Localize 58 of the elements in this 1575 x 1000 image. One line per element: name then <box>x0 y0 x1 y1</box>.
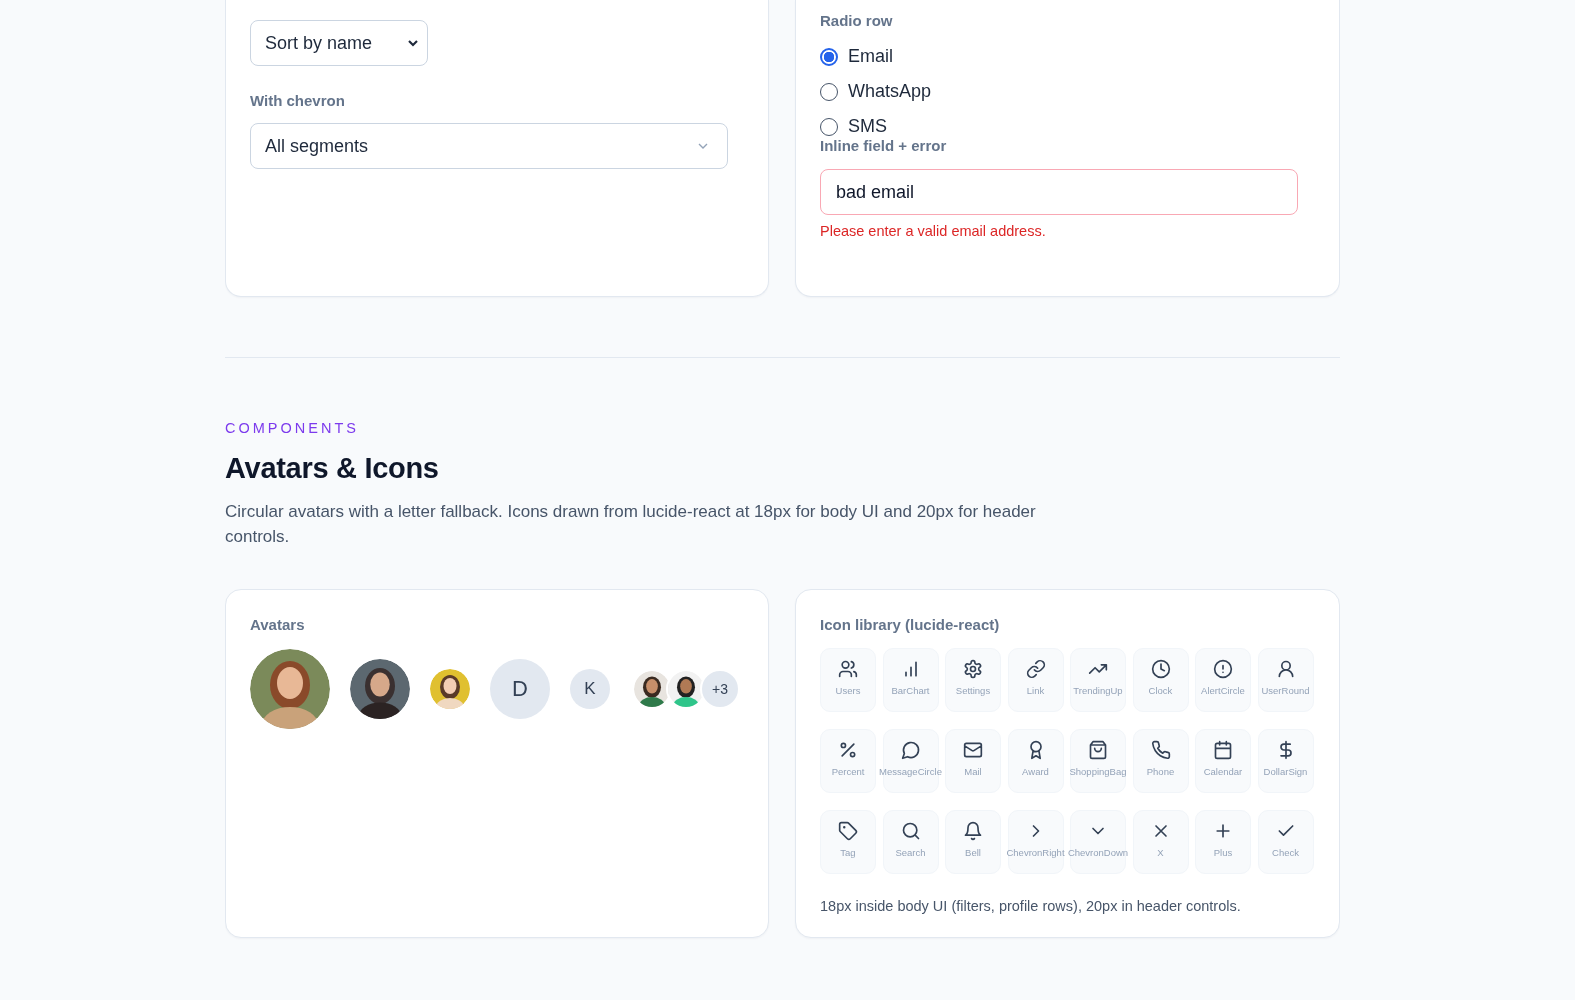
icon-label: Search <box>895 847 926 858</box>
error-message: Please enter a valid email address. <box>820 223 1046 239</box>
phone-icon <box>1150 740 1171 760</box>
percent-icon <box>838 740 858 760</box>
icon-label: Settings <box>955 685 991 696</box>
icon-label: Bell <box>965 847 981 858</box>
card-title: Avatars <box>250 616 305 633</box>
icon-label: DollarSign <box>1263 766 1308 777</box>
icon-label: Award <box>1022 766 1049 777</box>
users-icon <box>838 659 858 679</box>
icon-label: Plus <box>1213 847 1233 858</box>
alert-icon <box>1213 659 1233 679</box>
tag-icon <box>838 821 858 841</box>
icon-label: Phone <box>1146 766 1175 777</box>
caption: 18px inside body UI (filters, profile rows), 20px in header controls. <box>820 898 1241 914</box>
email-input-field[interactable]: bad email <box>820 169 1298 215</box>
user-icon <box>1275 659 1296 679</box>
icon-label: X <box>1157 847 1164 858</box>
icon-label: ChevronRight <box>1006 847 1065 858</box>
settings-icon <box>963 659 983 679</box>
field-label: Radio row <box>820 12 893 29</box>
icon-label: UserRound <box>1261 685 1310 696</box>
overflow-count: +3 <box>700 669 740 709</box>
link-icon <box>1025 659 1046 679</box>
icon-label: MessageCircle <box>879 766 942 777</box>
icon-label: Check <box>1272 847 1299 858</box>
card-title: Icon library (lucide-react) <box>820 616 1000 633</box>
icon-label: ShoppingBag <box>1069 766 1127 777</box>
radio-option[interactable]: WhatsApp <box>820 81 932 102</box>
icon-label: AlertCircle <box>1201 685 1245 696</box>
radio-option[interactable]: Email <box>820 46 932 67</box>
icon-label: BarChart <box>891 685 930 696</box>
icon-label: TrendingUp <box>1073 685 1123 696</box>
section-eyebrow: COMPONENTS <box>225 420 360 436</box>
calendar-icon <box>1213 740 1233 760</box>
section-description: Circular avatars with a letter fallback. Icons drawn from lucide-react at 18px for body UI and 20px for header controls. <box>225 501 1037 548</box>
clock-icon <box>1150 659 1171 679</box>
sort-dropdown[interactable]: Sort by name <box>250 20 428 66</box>
section-title: Avatars & Icons <box>225 452 440 485</box>
shopping-bag-icon <box>1088 740 1108 760</box>
icon-label: Percent <box>831 766 865 777</box>
icon-label: Link <box>1026 685 1045 696</box>
field-label: With chevron <box>250 92 345 109</box>
radio-option[interactable]: SMS <box>820 116 932 137</box>
icon-label: Clock <box>1148 685 1173 696</box>
icon-label: Users <box>835 685 861 696</box>
message-icon <box>900 740 921 760</box>
icon-label: ChevronDown <box>1067 847 1129 858</box>
icon-label: Tag <box>840 847 856 858</box>
mail-icon <box>963 740 983 760</box>
avatar-initial: D <box>490 659 550 719</box>
icon-label: Mail <box>964 766 982 777</box>
bell-icon <box>963 821 983 841</box>
avatar-initial: K <box>570 669 610 709</box>
icon-label: Calendar <box>1203 766 1243 777</box>
search-icon <box>900 821 921 841</box>
segment-dropdown[interactable]: All segments <box>250 123 728 169</box>
field-label: Inline field + error <box>820 137 947 154</box>
